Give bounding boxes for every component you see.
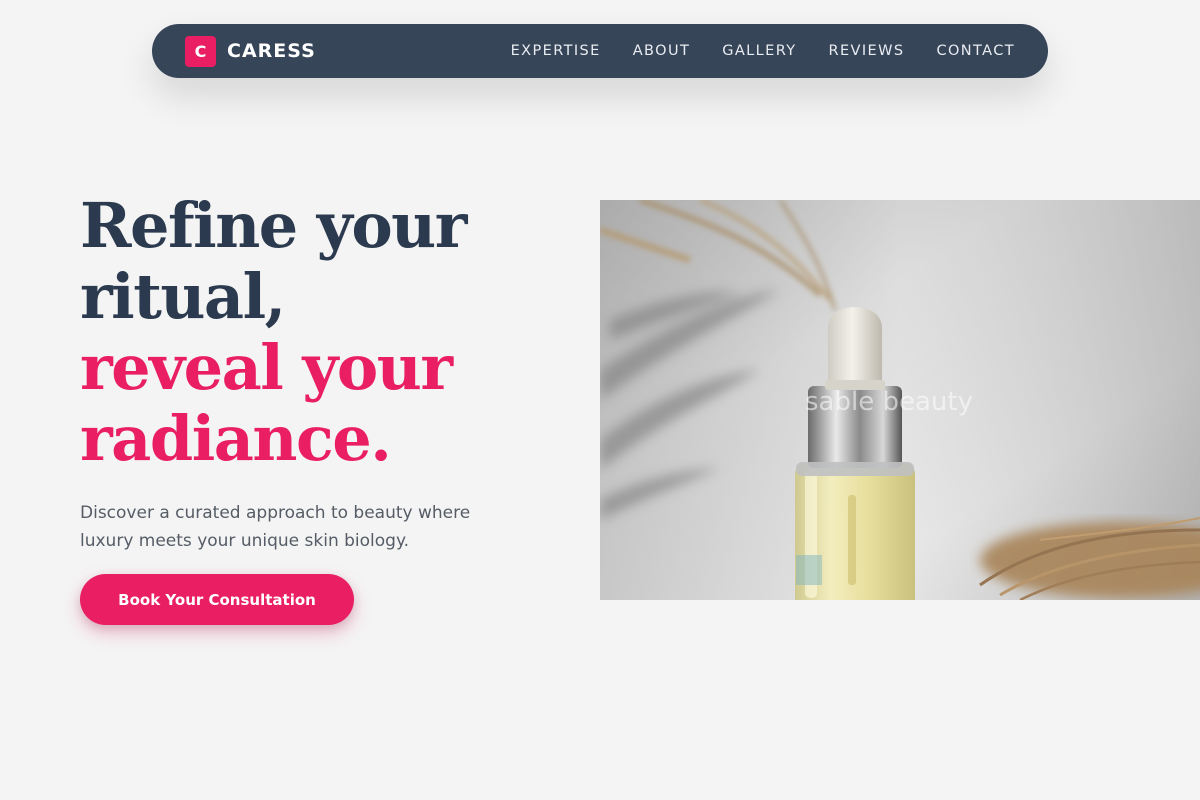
hero-heading-line-3: reveal your: [80, 331, 453, 404]
hero-heading-line-1: Refine your: [80, 189, 467, 262]
nav-link-gallery[interactable]: GALLERY: [722, 43, 796, 59]
brand-logo-icon: C: [185, 35, 216, 67]
nav-link-reviews[interactable]: REVIEWS: [829, 43, 905, 59]
hero-heading-line-4: radiance.: [80, 402, 392, 475]
nav-link-contact[interactable]: CONTACT: [936, 43, 1015, 59]
hero-subtitle: Discover a curated approach to beauty wh…: [80, 503, 471, 551]
hero-heading: Refine your ritual, reveal your radiance…: [80, 189, 467, 475]
book-consultation-button[interactable]: Book Your Consultation: [80, 574, 354, 625]
brand-logo-link[interactable]: C CARESS: [185, 35, 316, 67]
nav-link-expertise[interactable]: EXPERTISE: [511, 43, 601, 59]
serum-bottle-illustration: [600, 200, 1200, 600]
brand-name: CARESS: [227, 40, 316, 62]
nav-links: EXPERTISE ABOUT GALLERY REVIEWS CONTACT: [511, 43, 1015, 59]
nav-link-about[interactable]: ABOUT: [633, 43, 691, 59]
top-navigation: C CARESS EXPERTISE ABOUT GALLERY REVIEWS…: [152, 24, 1048, 78]
hero-heading-line-2: ritual,: [80, 260, 286, 333]
hero-product-image: sable beauty: [600, 200, 1200, 600]
